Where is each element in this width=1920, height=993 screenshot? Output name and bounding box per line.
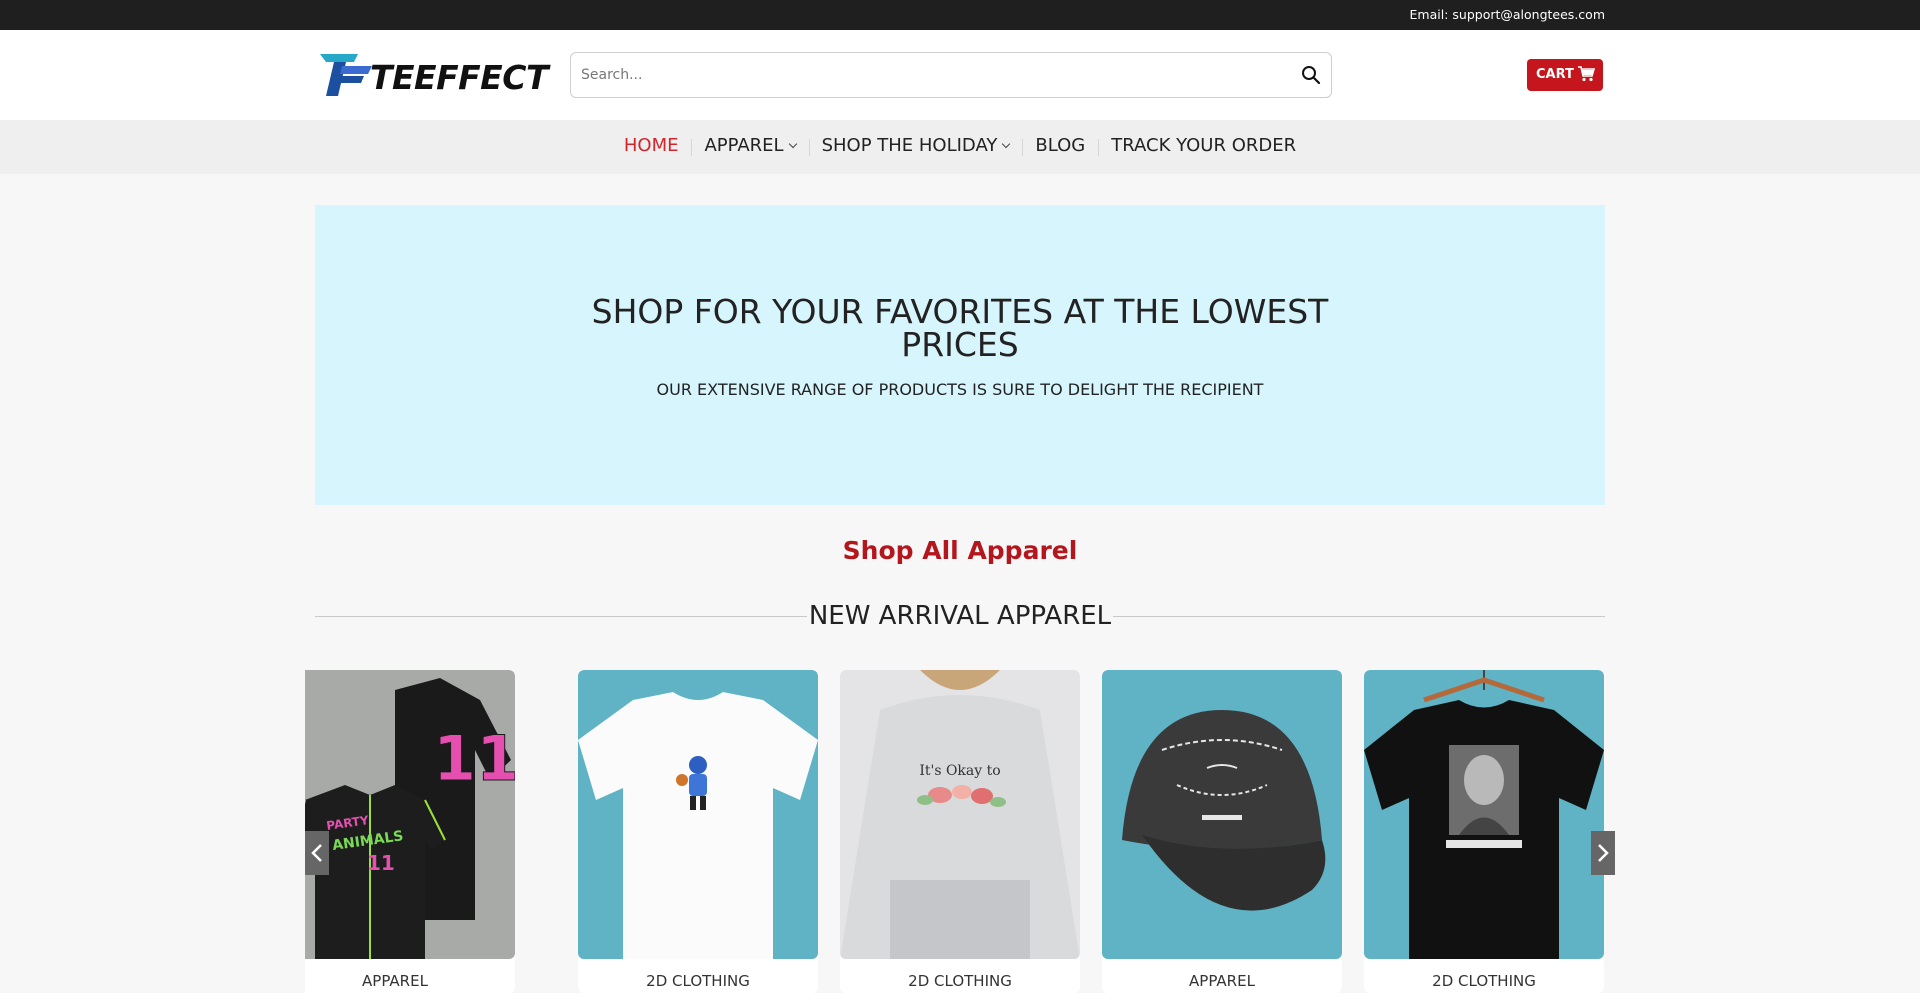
chevron-left-icon [311, 844, 322, 862]
product-card[interactable]: 2D CLOTHING [1364, 670, 1604, 993]
product-image[interactable]: It's Okay to [840, 670, 1080, 959]
logo-mark-icon [320, 54, 372, 96]
cart-icon [1578, 66, 1595, 82]
nav-item-track-order[interactable]: TRACK YOUR ORDER [1098, 135, 1309, 156]
shop-all-apparel-link[interactable]: Shop All Apparel [0, 536, 1920, 565]
product-card[interactable]: It's Okay to 2D CLOTHING [840, 670, 1080, 993]
product-image[interactable] [578, 670, 818, 959]
nav-item-label: HOME [623, 135, 679, 156]
carousel-next-button[interactable] [1591, 831, 1615, 875]
carousel-prev-button[interactable] [305, 831, 329, 875]
cart-label: CART [1536, 67, 1574, 82]
jersey-number-back: 11 [433, 722, 515, 795]
product-carousel: 11 PARTY ANIMALS 11 APPAREL 2D CLOTHING … [305, 670, 1615, 993]
support-email[interactable]: Email: support@alongtees.com [1410, 7, 1605, 22]
nav-item-label: APPAREL [704, 135, 784, 156]
product-image[interactable] [1102, 670, 1342, 959]
hero-title: SHOP FOR YOUR FAVORITES AT THE LOWEST PR… [315, 295, 1605, 361]
cart-button[interactable]: CART [1527, 59, 1603, 91]
logo-text: TEEFFECT [370, 58, 548, 97]
product-category[interactable]: 2D CLOTHING [1364, 972, 1604, 990]
nav-item-blog[interactable]: BLOG [1022, 135, 1098, 156]
top-bar: Email: support@alongtees.com [0, 0, 1920, 30]
section-heading: NEW ARRIVAL APPAREL [315, 598, 1605, 634]
hero-subtitle: OUR EXTENSIVE RANGE OF PRODUCTS IS SURE … [656, 380, 1264, 399]
product-card[interactable]: 11 PARTY ANIMALS 11 APPAREL [305, 670, 515, 993]
product-category[interactable]: 2D CLOTHING [840, 972, 1080, 990]
product-card[interactable]: 2D CLOTHING [578, 670, 818, 993]
product-image[interactable]: 11 PARTY ANIMALS 11 [305, 670, 515, 959]
chevron-right-icon [1598, 844, 1609, 862]
product-category[interactable]: APPAREL [305, 972, 515, 990]
hero-title-line2: PRICES [901, 325, 1019, 364]
search-icon[interactable] [1301, 65, 1321, 85]
svg-text:11: 11 [367, 851, 395, 875]
nav-item-label: SHOP THE HOLIDAY [821, 135, 998, 156]
nav-item-label: BLOG [1035, 135, 1086, 156]
site-logo[interactable]: TEEFFECT [318, 50, 548, 100]
nav-item-label: TRACK YOUR ORDER [1111, 135, 1297, 156]
chevron-down-icon [1002, 139, 1011, 148]
nav-item-home[interactable]: HOME [611, 135, 692, 156]
search-input[interactable] [581, 61, 1281, 89]
product-category[interactable]: 2D CLOTHING [578, 972, 818, 990]
divider [1113, 616, 1605, 617]
site-header: TEEFFECT CART [0, 30, 1920, 120]
nav-item-apparel[interactable]: APPAREL [691, 135, 808, 156]
nav-item-shop-the-holiday[interactable]: SHOP THE HOLIDAY [808, 135, 1023, 156]
search-box [570, 52, 1332, 98]
product-image[interactable] [1364, 670, 1604, 959]
chevron-down-icon [788, 139, 797, 148]
main-nav: HOME APPAREL SHOP THE HOLIDAY BLOG TRACK… [0, 120, 1920, 174]
product-category[interactable]: APPAREL [1102, 972, 1342, 990]
hoodie-print-text: It's Okay to [919, 763, 1000, 779]
hero-banner: SHOP FOR YOUR FAVORITES AT THE LOWEST PR… [315, 205, 1605, 505]
product-card[interactable]: APPAREL [1102, 670, 1342, 993]
